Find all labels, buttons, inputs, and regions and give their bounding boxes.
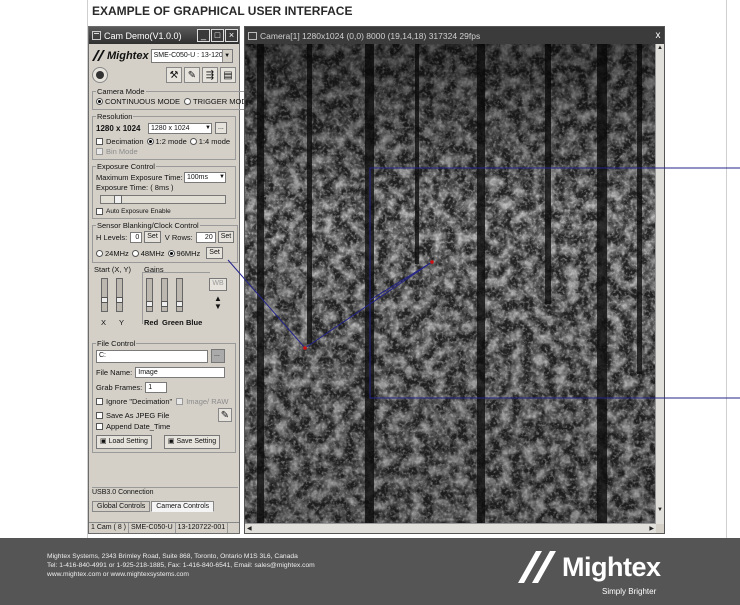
footer-brand: Mightex <box>562 551 661 582</box>
callout-line-roi <box>369 261 433 301</box>
callout-overlay <box>227 167 740 399</box>
footer-logo: Mightex <box>518 551 661 583</box>
footer-web: www.mightex.com or www.mightexsystems.co… <box>47 571 189 579</box>
footer-tagline: Simply Brighter <box>602 587 657 596</box>
footer-address: Mightex Systems, 2343 Brimley Road, Suit… <box>47 553 298 560</box>
roi-callout-box <box>369 167 740 399</box>
footer-contact: Mightex Systems, 2343 Brimley Road, Suit… <box>47 552 315 580</box>
footer-phones: Tel: 1-416-840-4991 or 1-925-218-1885, F… <box>47 562 315 570</box>
callout-point <box>430 260 434 264</box>
mightex-mark-icon <box>518 551 556 583</box>
page-footer: Mightex Systems, 2343 Brimley Road, Suit… <box>0 538 740 605</box>
callout-line-set-button <box>227 259 433 349</box>
callout-point <box>303 346 307 350</box>
